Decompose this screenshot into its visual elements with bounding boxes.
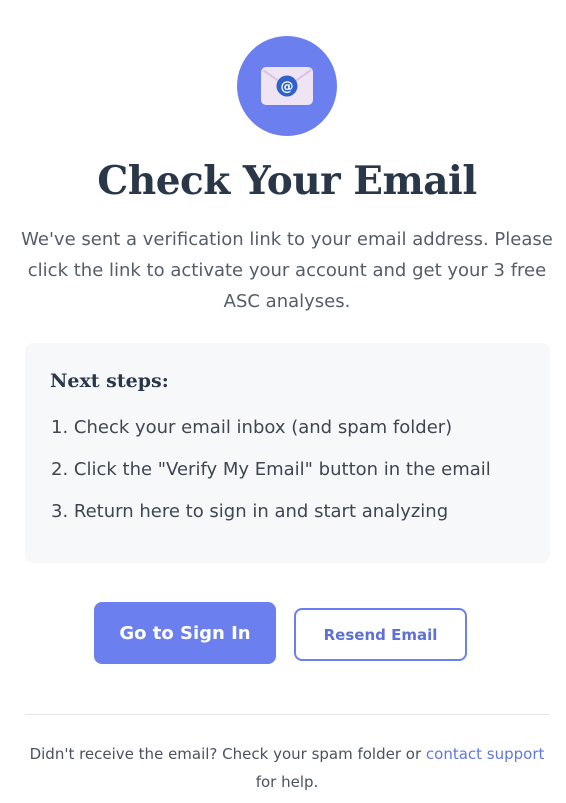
- envelope-at-icon: @: [261, 67, 313, 105]
- go-to-sign-in-button[interactable]: Go to Sign In: [94, 602, 276, 664]
- next-steps-card: Next steps: 1. Check your email inbox (a…: [25, 343, 550, 563]
- step-item: 2. Click the "Verify My Email" button in…: [51, 459, 491, 480]
- page-title: Check Your Email: [97, 158, 477, 204]
- email-icon-badge: @: [237, 36, 337, 136]
- contact-support-link[interactable]: contact support: [426, 745, 545, 763]
- footer-prefix: Didn't receive the email? Check your spa…: [29, 745, 426, 763]
- svg-text:@: @: [281, 80, 294, 95]
- verification-message: We've sent a verification link to your e…: [21, 229, 553, 312]
- next-steps-heading: Next steps:: [50, 370, 169, 392]
- resend-email-button[interactable]: Resend Email: [294, 608, 467, 661]
- footer-help-text: Didn't receive the email? Check your spa…: [20, 740, 554, 796]
- step-item: 1. Check your email inbox (and spam fold…: [51, 417, 453, 438]
- divider: [25, 714, 550, 715]
- verification-page: @ Check Your Email We've sent a verifica…: [0, 0, 566, 803]
- footer-suffix: for help.: [255, 773, 319, 791]
- step-item: 3. Return here to sign in and start anal…: [51, 501, 449, 522]
